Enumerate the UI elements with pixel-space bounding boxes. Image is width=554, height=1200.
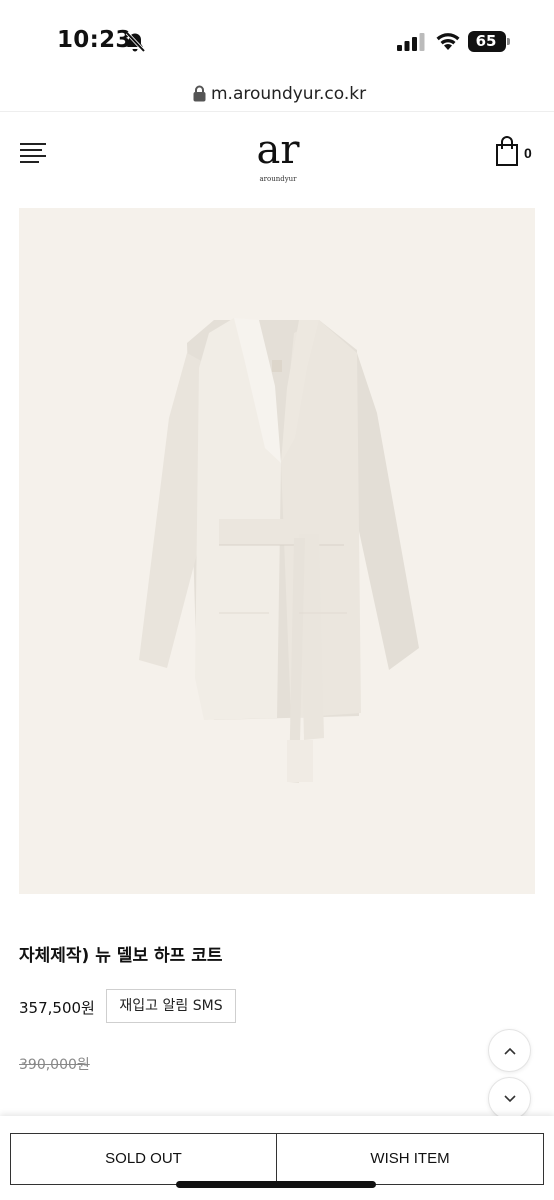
wish-item-button[interactable]: WISH ITEM [276,1133,544,1185]
cart-count: 0 [524,145,532,161]
product-price: 357,500원 [19,999,95,1017]
product-title: 자체제작) 뉴 델보 하프 코트 [19,946,223,966]
cart-button[interactable]: 0 [496,136,536,168]
site-logo-subtitle: aroundyur [259,175,297,183]
chevron-up-icon [504,1047,516,1055]
wifi-icon [436,33,460,50]
bell-slash-icon [125,31,146,53]
hamburger-menu-icon[interactable] [20,142,46,164]
site-logo[interactable]: ar [250,128,306,172]
site-header: ar aroundyur 0 [0,112,554,208]
original-price: 390,000원 [19,1057,90,1073]
status-bar: 10:23 65 [0,0,554,78]
product-image[interactable] [19,208,535,894]
battery-level: 65 [475,32,497,50]
browser-url-bar[interactable]: m.aroundyur.co.kr [0,78,554,112]
lock-icon [193,85,206,102]
status-time: 10:23 [57,27,132,53]
battery-icon: 65 [468,31,510,52]
scroll-bottom-button[interactable] [488,1077,531,1120]
restock-sms-button[interactable]: 재입고 알림 SMS [106,989,236,1023]
scroll-top-button[interactable] [488,1029,531,1072]
url-text: m.aroundyur.co.kr [211,84,367,104]
signal-icon [397,33,425,51]
shopping-bag-icon [496,136,518,166]
coat-illustration [19,208,535,894]
chevron-down-icon [504,1095,516,1103]
sold-out-button[interactable]: SOLD OUT [10,1133,277,1185]
home-indicator[interactable] [176,1181,376,1188]
